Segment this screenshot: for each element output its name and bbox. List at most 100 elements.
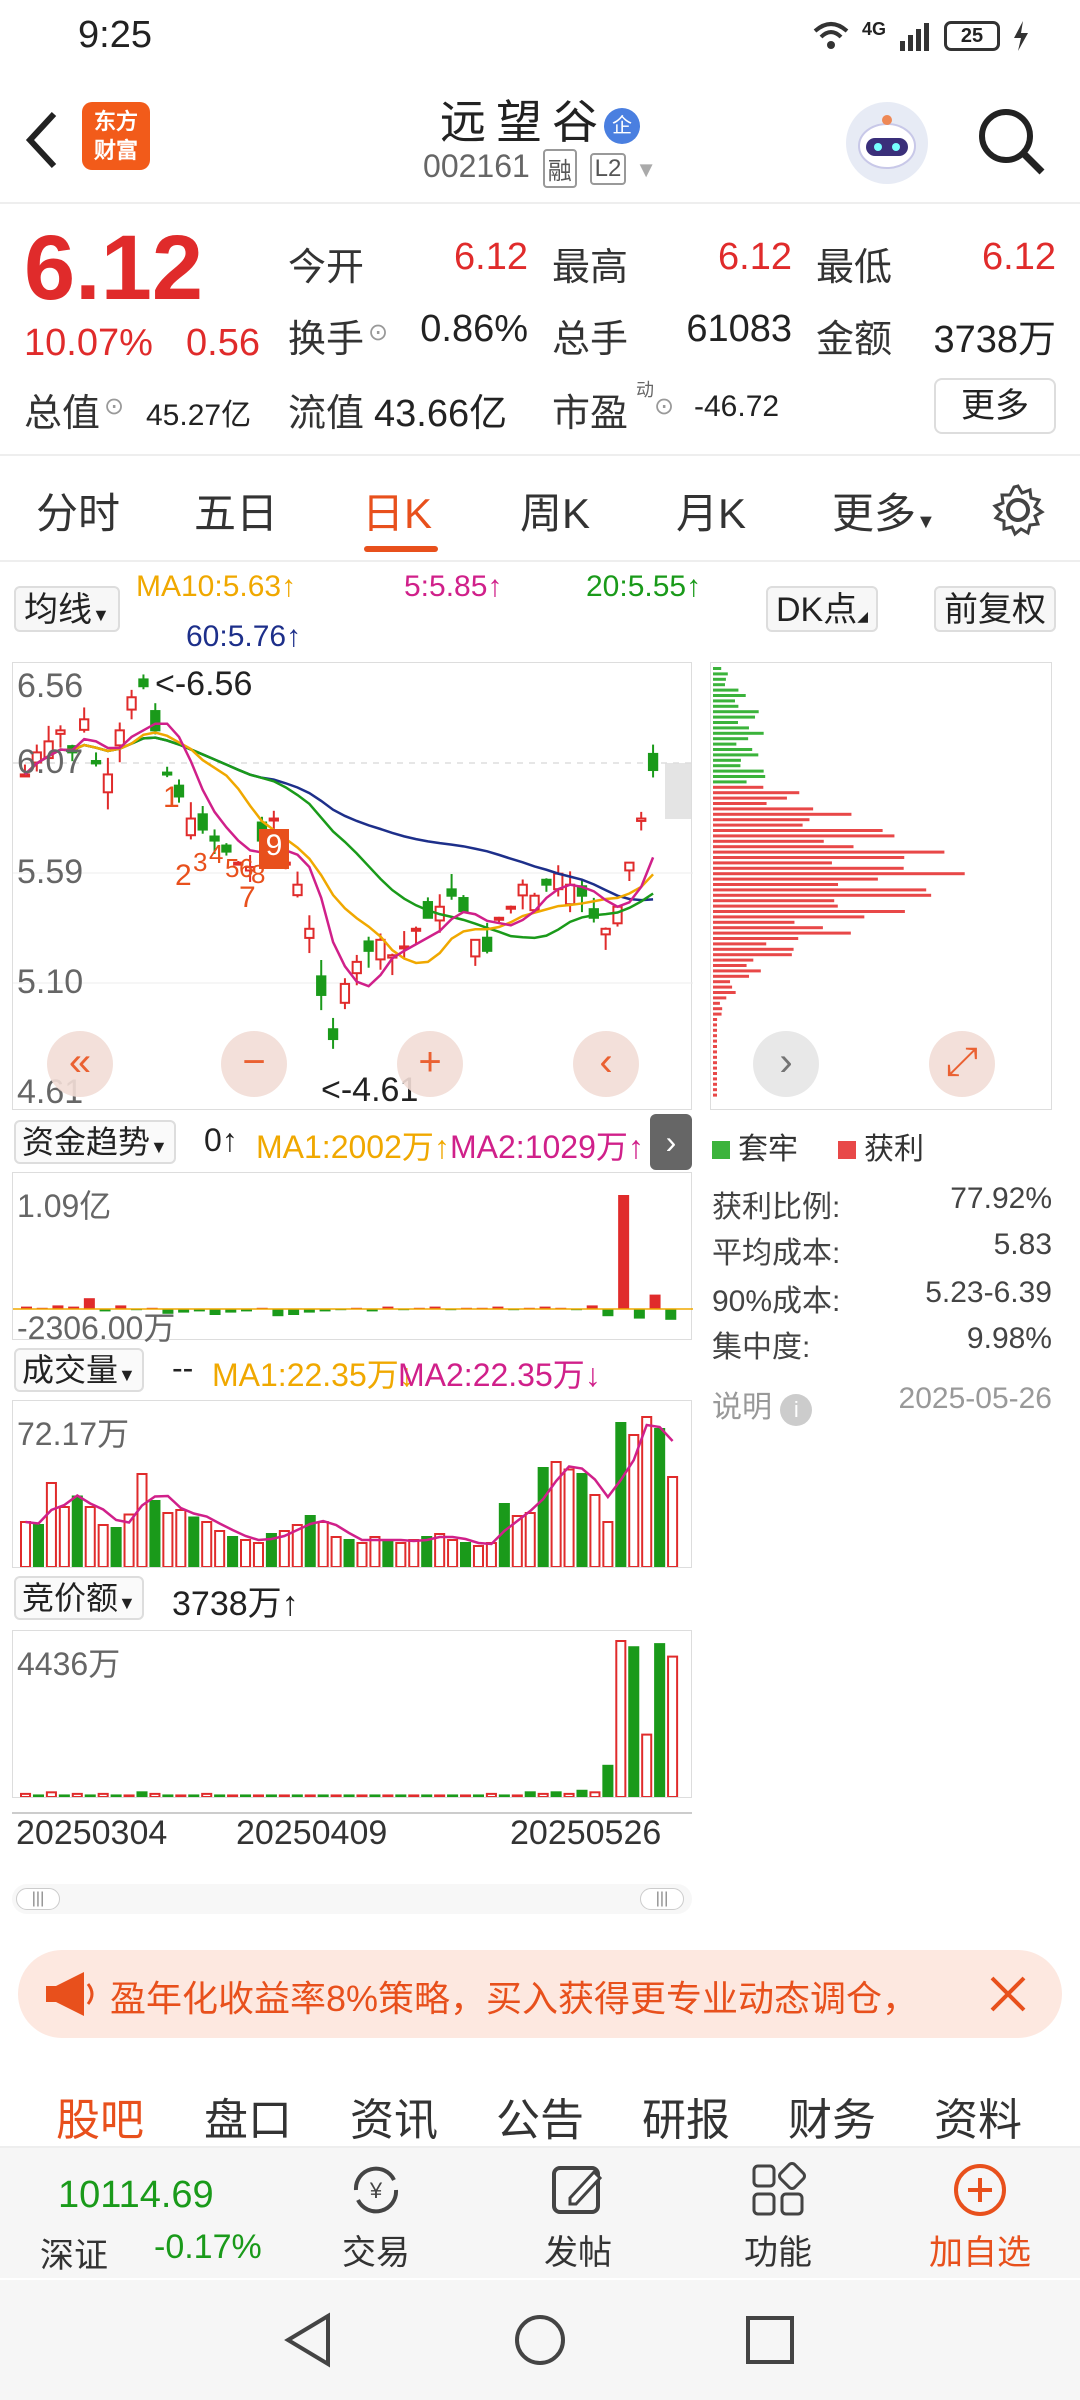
tab-financials[interactable]: 财务	[788, 2084, 876, 2148]
volume-selector[interactable]: 成交量▼	[14, 1348, 144, 1392]
settings-gear-icon[interactable]	[990, 482, 1046, 538]
chip-bar	[713, 839, 824, 843]
auction-value: 3738万↑	[172, 1585, 299, 1623]
tab-more[interactable]: 更多▼	[832, 480, 936, 541]
volume-bar	[602, 1521, 614, 1568]
volume-bar	[460, 1542, 472, 1568]
back-nav-icon[interactable]	[282, 2312, 336, 2368]
chip-bar	[713, 796, 787, 800]
dk-points-button[interactable]: DK点◢	[766, 586, 879, 632]
volume-value: --	[172, 1350, 194, 1386]
auction-bar	[563, 1792, 575, 1799]
note-link[interactable]: 说明 i	[712, 1382, 813, 1426]
legend-profit: 获利	[838, 1124, 924, 1168]
chip-bar	[713, 1082, 717, 1086]
chip-distribution-chart[interactable]: › ⤢	[710, 662, 1052, 1110]
auction-bar	[71, 1792, 83, 1799]
signal-number: 4	[209, 839, 224, 869]
turnover-label: 换手	[288, 319, 365, 361]
legend-trapped: 套牢	[712, 1124, 798, 1168]
tab-news[interactable]: 资讯	[350, 2084, 438, 2148]
chip-bar	[713, 1007, 723, 1011]
candle-body	[339, 982, 351, 1004]
home-nav-icon[interactable]	[512, 2312, 568, 2368]
scroll-handle-left[interactable]: |||	[16, 1888, 60, 1910]
chip-bar	[713, 785, 764, 789]
zoom-in-button[interactable]: +	[397, 1031, 463, 1097]
auction-bar	[434, 1794, 446, 1799]
volume-bar	[615, 1422, 627, 1568]
index-ticker[interactable]: 10114.69 深证 -0.17%	[0, 2148, 300, 2280]
tab-profile[interactable]: 资料	[934, 2084, 1022, 2148]
volume-bar	[641, 1416, 653, 1568]
auction-bar	[511, 1794, 523, 1799]
ma5-label: 5:5.85↑	[404, 570, 503, 603]
high-marker: <-6.56	[155, 665, 253, 703]
info-icon[interactable]: ⊙	[104, 392, 124, 421]
add-watchlist-button[interactable]: 加自选	[910, 2148, 1050, 2280]
amount-value: 3738万	[933, 319, 1056, 361]
candle-body	[410, 927, 422, 932]
more-quote-button[interactable]: 更多	[934, 378, 1056, 434]
auction-bar	[343, 1794, 355, 1799]
info-icon[interactable]: ⊙	[368, 318, 388, 347]
y-label-top: 6.56	[17, 667, 84, 705]
tab-daily-k[interactable]: 日K	[362, 480, 432, 541]
tab-intraday[interactable]: 分时	[36, 480, 120, 541]
candle-body	[292, 883, 303, 897]
dropdown-icon: ▼	[92, 605, 110, 625]
auction-bar	[395, 1794, 407, 1799]
ma10-label: MA10:5.63↑	[136, 570, 297, 603]
volume-bar	[330, 1536, 342, 1568]
auction-bar	[58, 1794, 70, 1799]
close-icon[interactable]	[988, 1974, 1028, 2014]
auction-bar	[291, 1794, 303, 1799]
scroll-left-button[interactable]: ‹	[573, 1031, 639, 1097]
auction-selector[interactable]: 竞价额▼	[14, 1576, 144, 1620]
chip-bar	[713, 753, 759, 757]
next-button[interactable]: ›	[753, 1031, 819, 1097]
expand-icon[interactable]: ⤢	[929, 1031, 995, 1097]
volume-value: 61083	[686, 308, 792, 350]
adjustment-button[interactable]: 前复权	[934, 586, 1056, 632]
function-button[interactable]: 功能	[708, 2148, 848, 2280]
kline-chart[interactable]: 6.56 6.07 5.59 5.10 4.61 <-6.56 <-4.61 1…	[12, 662, 693, 1111]
tab-monthly-k[interactable]: 月K	[676, 480, 746, 541]
expand-arrow-button[interactable]: ›	[650, 1114, 692, 1170]
post-button[interactable]: 发帖	[508, 2148, 648, 2280]
tab-weekly-k[interactable]: 周K	[520, 480, 590, 541]
scroll-left-fast-button[interactable]: «	[47, 1031, 113, 1097]
chip-bar	[713, 942, 767, 946]
ma-selector[interactable]: 均线▼	[14, 586, 120, 632]
fund-ma2: MA2:1029万↑	[450, 1129, 644, 1165]
recents-nav-icon[interactable]	[744, 2314, 796, 2366]
fund-trend-selector[interactable]: 资金趋势▼	[14, 1120, 176, 1164]
battery-icon: 25	[944, 21, 1000, 51]
assistant-avatar[interactable]	[846, 102, 928, 184]
fund-trend-chart[interactable]: 1.09亿 -2306.00万	[12, 1172, 693, 1346]
trade-button[interactable]: ¥ 交易	[306, 2148, 446, 2280]
volume-chart[interactable]: 72.17万	[12, 1400, 692, 1568]
search-icon[interactable]	[976, 106, 1048, 178]
index-name: 深证	[40, 2237, 108, 2275]
chip-bar	[713, 856, 905, 859]
tab-announcements[interactable]: 公告	[496, 2084, 584, 2148]
signal-9-badge: 9	[259, 829, 289, 869]
candle-body	[458, 897, 469, 913]
promo-banner[interactable]: 盈年化收益率8%策略，买入获得更专业动态调仓，	[18, 1950, 1062, 2038]
chip-bar	[713, 974, 750, 978]
zoom-out-button[interactable]: −	[221, 1031, 287, 1097]
auction-bar	[252, 1794, 265, 1799]
high-label: 最高	[552, 247, 629, 289]
tab-forum[interactable]: 股吧	[56, 2084, 144, 2148]
tab-research[interactable]: 研报	[642, 2084, 730, 2148]
auction-chart[interactable]: 4436万	[12, 1630, 692, 1799]
auction-bar	[447, 1794, 459, 1799]
tab-orderbook[interactable]: 盘口	[204, 2084, 292, 2148]
dropdown-icon[interactable]: ▼	[635, 157, 657, 182]
info-icon[interactable]: ⊙	[654, 392, 674, 421]
tab-five-day[interactable]: 五日	[194, 480, 278, 541]
chip-bar	[713, 1088, 717, 1092]
timeline-scrollbar[interactable]: ||| |||	[12, 1884, 692, 1914]
scroll-handle-right[interactable]: |||	[640, 1888, 684, 1910]
